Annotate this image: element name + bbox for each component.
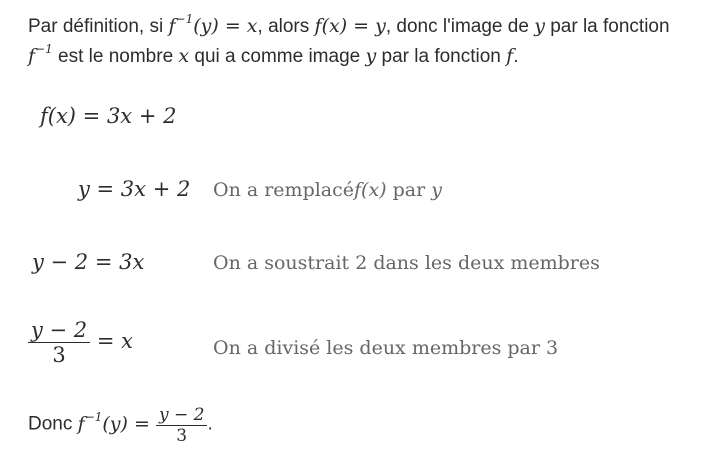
intro-text: par la fonction bbox=[376, 46, 507, 67]
conclusion-lhs: f−1(y) = bbox=[77, 409, 150, 435]
comment-step-3: On a soustrait 2 dans les deux membres bbox=[213, 252, 600, 274]
comment-text: On a remplacé bbox=[213, 179, 355, 201]
comment-math: f(x) bbox=[354, 179, 387, 201]
fraction-denominator: 3 bbox=[28, 342, 91, 367]
math-fx-eq-y: f(x) = y bbox=[314, 15, 386, 37]
intro-line-1: Par définition, si f−1(y) = x, alors f(x… bbox=[28, 12, 670, 38]
fraction: y − 2 3 bbox=[28, 318, 91, 367]
intro-text: , alors bbox=[257, 16, 315, 37]
intro-text: . bbox=[513, 46, 519, 67]
conclusion-prefix: Donc bbox=[28, 413, 78, 435]
math-x: x bbox=[178, 45, 190, 67]
intro-text: par la fonction bbox=[544, 16, 670, 37]
equation-rhs: = x bbox=[96, 329, 133, 353]
math-y: y bbox=[365, 45, 377, 67]
conclusion-suffix: . bbox=[207, 413, 213, 435]
conclusion: Donc f−1(y) = y − 23. bbox=[28, 405, 213, 446]
intro-text: est le nombre bbox=[52, 46, 179, 67]
comment-step-4: On a divisé les deux membres par 3 bbox=[213, 337, 559, 359]
math-y: y bbox=[534, 15, 545, 37]
intro-text: qui a comme image bbox=[189, 46, 366, 67]
comment-step-2: On a remplacéf(x) par y bbox=[213, 179, 442, 201]
intro-line-2: f−1 est le nombre x qui a comme image y … bbox=[28, 42, 519, 68]
fraction-denominator: 3 bbox=[155, 425, 208, 446]
fraction-numerator: y − 2 bbox=[31, 318, 88, 342]
math-finv: f−1 bbox=[28, 42, 53, 67]
conclusion-fraction: y − 23 bbox=[155, 405, 208, 446]
comment-text: par bbox=[386, 179, 432, 201]
equation-step-3: y − 2 = 3x bbox=[32, 250, 145, 274]
fraction-numerator: y − 2 bbox=[158, 405, 205, 425]
comment-math: y bbox=[431, 179, 442, 201]
intro-text: , donc l'image de bbox=[385, 16, 535, 37]
intro-text: Par définition, si bbox=[28, 16, 169, 37]
equation-step-2: y = 3x + 2 bbox=[78, 177, 191, 201]
equation-step-1: f(x) = 3x + 2 bbox=[40, 104, 177, 128]
equation-step-4: y − 2 3 = x bbox=[28, 318, 133, 367]
math-finv-def: f−1(y) = x bbox=[168, 12, 258, 37]
